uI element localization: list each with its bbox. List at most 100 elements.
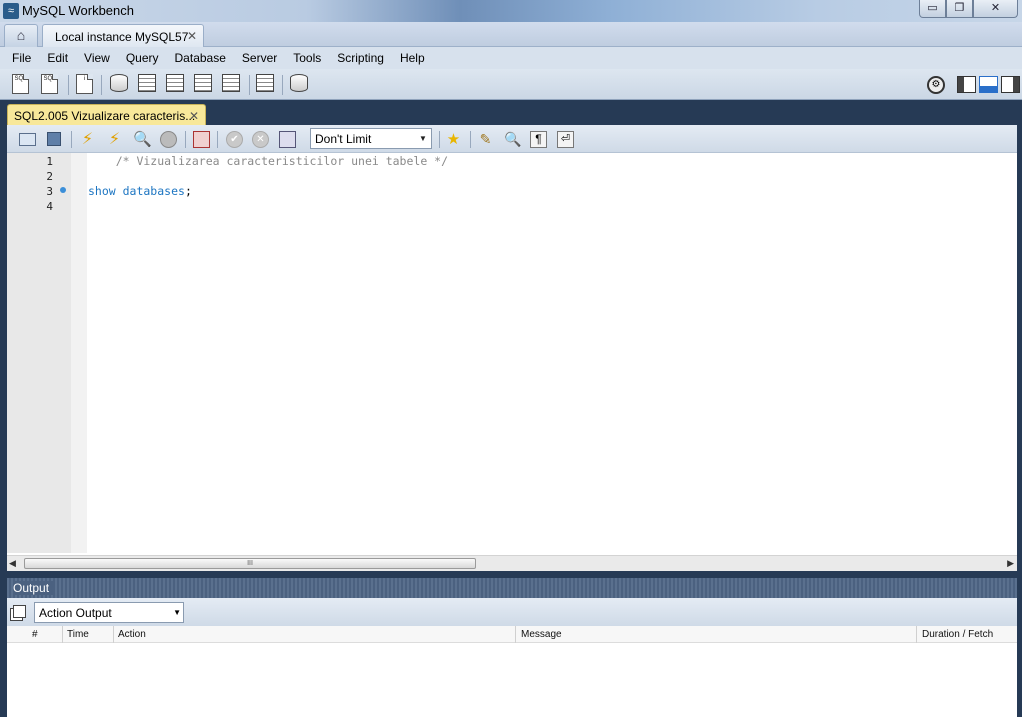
execute-lightning-icon[interactable]: ⚡ bbox=[79, 131, 96, 148]
menu-database[interactable]: Database bbox=[167, 51, 234, 65]
minimize-button[interactable]: ▭ bbox=[919, 0, 946, 18]
action-output-table: # Time Action Message Duration / Fetch bbox=[7, 626, 1017, 717]
find-replace-icon[interactable]: 🔍 bbox=[504, 131, 521, 148]
window-title: MySQL Workbench bbox=[22, 3, 134, 18]
menu-help[interactable]: Help bbox=[392, 51, 433, 65]
new-sql-file-icon: SQL bbox=[12, 74, 29, 94]
limit-rows-value: Don't Limit bbox=[315, 132, 372, 146]
copy-icon[interactable] bbox=[13, 605, 26, 618]
stop-on-error-icon[interactable] bbox=[193, 131, 210, 148]
column-header-message[interactable]: Message bbox=[521, 629, 562, 640]
inspector-button[interactable]: i bbox=[76, 74, 98, 96]
output-panel-header: Output bbox=[7, 578, 1017, 598]
open-file-icon[interactable] bbox=[19, 133, 36, 146]
output-type-select[interactable]: Action Output ▼ bbox=[34, 602, 184, 623]
scrollbar-grip: III bbox=[247, 560, 253, 567]
create-procedure-button[interactable] bbox=[194, 74, 216, 96]
create-table-button[interactable] bbox=[138, 74, 160, 96]
search-table-icon bbox=[256, 74, 274, 92]
menu-file[interactable]: File bbox=[4, 51, 39, 65]
menu-server[interactable]: Server bbox=[234, 51, 285, 65]
column-divider bbox=[515, 626, 516, 643]
procedure-icon bbox=[194, 74, 212, 92]
table-header: # Time Action Message Duration / Fetch bbox=[7, 626, 1017, 643]
home-tab[interactable]: ⌂ bbox=[4, 24, 38, 47]
commit-check-icon[interactable]: ✔ bbox=[226, 131, 243, 148]
tab-local-instance[interactable]: Local instance MySQL57 ✕ bbox=[42, 24, 204, 47]
line-number: 3 bbox=[46, 185, 53, 198]
add-snippet-star-icon[interactable]: ★ bbox=[445, 131, 462, 148]
scroll-right-arrow-icon[interactable]: ▶ bbox=[1007, 558, 1014, 569]
new-sql-tab-button[interactable]: SQL bbox=[12, 74, 34, 96]
sql-editor-tab-close-icon[interactable]: ✕ bbox=[189, 109, 199, 123]
sql-editor-tab-label: SQL2.005 Vizualizare caracteris... bbox=[14, 109, 196, 123]
menu-query[interactable]: Query bbox=[118, 51, 167, 65]
title-bar: ≈ MySQL Workbench ▭ ❐ ✕ bbox=[0, 0, 1022, 22]
fold-margin bbox=[71, 153, 87, 553]
toolbar-separator bbox=[71, 131, 72, 148]
sql-editor-panel: ⚡ ⚡ 🔍 ✔ ✕ Don't Limit ▼ ★ ✎ 🔍 ¶ ⏎ 1 2 3 … bbox=[7, 125, 1017, 571]
toolbar-separator bbox=[439, 131, 440, 148]
explain-magnifier-icon[interactable]: 🔍 bbox=[133, 131, 152, 148]
create-schema-button[interactable] bbox=[110, 74, 132, 96]
chevron-down-icon: ▼ bbox=[419, 134, 427, 143]
column-header-duration[interactable]: Duration / Fetch bbox=[922, 629, 993, 640]
connection-tab-strip: ⌂ Local instance MySQL57 ✕ bbox=[0, 22, 1022, 47]
view-icon bbox=[166, 74, 184, 92]
tab-label: Local instance MySQL57 bbox=[55, 30, 189, 44]
column-header-number[interactable]: # bbox=[32, 629, 38, 640]
scroll-left-arrow-icon[interactable]: ◀ bbox=[9, 558, 16, 569]
horizontal-scrollbar[interactable]: ◀ III ▶ bbox=[7, 555, 1017, 571]
column-divider bbox=[916, 626, 917, 643]
function-icon bbox=[222, 74, 240, 92]
toggle-output-panel-button[interactable] bbox=[979, 76, 998, 93]
toolbar-separator bbox=[185, 131, 186, 148]
table-icon bbox=[138, 74, 156, 92]
open-sql-script-button[interactable]: SQL bbox=[41, 74, 63, 96]
column-header-action[interactable]: Action bbox=[118, 629, 146, 640]
output-type-value: Action Output bbox=[39, 606, 112, 620]
open-sql-file-icon: SQL bbox=[41, 74, 58, 94]
settings-gear-icon[interactable]: ⚙ bbox=[927, 76, 945, 94]
reconnect-button[interactable] bbox=[290, 74, 312, 96]
tab-close-icon[interactable]: ✕ bbox=[187, 29, 197, 43]
toolbar-separator bbox=[68, 75, 69, 95]
scrollbar-thumb[interactable]: III bbox=[24, 558, 476, 569]
stop-icon[interactable] bbox=[160, 131, 177, 148]
column-header-time[interactable]: Time bbox=[67, 629, 89, 640]
line-number: 1 bbox=[46, 155, 53, 168]
autocommit-toggle-icon[interactable] bbox=[279, 131, 296, 148]
execute-current-statement-icon[interactable]: ⚡ bbox=[106, 131, 123, 148]
line-number-gutter: 1 2 3 4 bbox=[7, 153, 71, 553]
sql-terminator: ; bbox=[184, 184, 192, 198]
home-icon: ⌂ bbox=[16, 27, 26, 43]
create-view-button[interactable] bbox=[166, 74, 188, 96]
output-title: Output bbox=[13, 581, 54, 595]
mysql-logo-icon: ≈ bbox=[3, 3, 19, 19]
chevron-down-icon: ▼ bbox=[173, 608, 181, 617]
word-wrap-icon[interactable]: ⏎ bbox=[557, 131, 574, 148]
menu-tools[interactable]: Tools bbox=[285, 51, 329, 65]
limit-rows-select[interactable]: Don't Limit ▼ bbox=[310, 128, 432, 149]
restore-button[interactable]: ❐ bbox=[946, 0, 973, 18]
save-icon[interactable] bbox=[47, 132, 61, 146]
beautify-brush-icon[interactable]: ✎ bbox=[477, 131, 494, 148]
menu-scripting[interactable]: Scripting bbox=[329, 51, 392, 65]
column-divider bbox=[113, 626, 114, 643]
menu-bar: File Edit View Query Database Server Too… bbox=[0, 47, 1022, 69]
toolbar-separator bbox=[249, 75, 250, 95]
create-function-button[interactable] bbox=[222, 74, 244, 96]
statement-marker-icon bbox=[60, 187, 66, 193]
sql-editor-tab[interactable]: SQL2.005 Vizualizare caracteris... ✕ bbox=[7, 104, 206, 126]
output-toolbar: Action Output ▼ bbox=[7, 598, 1017, 626]
menu-edit[interactable]: Edit bbox=[39, 51, 76, 65]
rollback-x-icon[interactable]: ✕ bbox=[252, 131, 269, 148]
close-button[interactable]: ✕ bbox=[973, 0, 1018, 18]
search-table-data-button[interactable] bbox=[256, 74, 278, 96]
toggle-secondary-sidebar-button[interactable] bbox=[1001, 76, 1020, 93]
invisible-characters-icon[interactable]: ¶ bbox=[530, 131, 547, 148]
menu-view[interactable]: View bbox=[76, 51, 118, 65]
toggle-sidebar-button[interactable] bbox=[957, 76, 976, 93]
sql-editor-toolbar: ⚡ ⚡ 🔍 ✔ ✕ Don't Limit ▼ ★ ✎ 🔍 ¶ ⏎ bbox=[7, 125, 1017, 153]
line-number: 2 bbox=[46, 170, 53, 183]
